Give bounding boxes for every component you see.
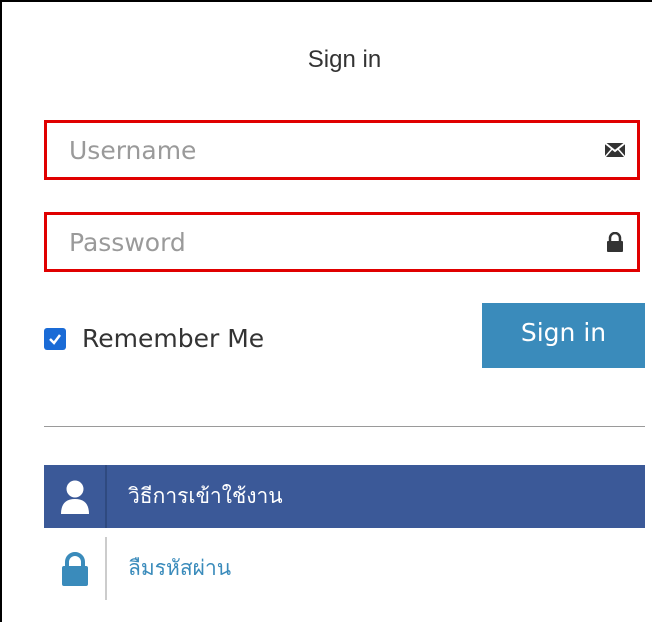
- how-to-use-label: วิธีการเข้าใช้งาน: [128, 484, 283, 508]
- username-input[interactable]: [69, 123, 569, 177]
- lock-icon: [605, 231, 625, 252]
- password-field[interactable]: [44, 212, 640, 272]
- lock-icon: [44, 537, 106, 600]
- divider: [44, 426, 645, 427]
- checkmark-icon: [49, 333, 61, 345]
- page-title: Sign in: [307, 46, 382, 73]
- remember-checkbox[interactable]: [44, 327, 66, 350]
- remember-label: Remember Me: [82, 324, 265, 353]
- menu-separator: [105, 465, 107, 528]
- how-to-use-link[interactable]: วิธีการเข้าใช้งาน: [44, 465, 645, 528]
- user-icon: [44, 465, 106, 528]
- sign-in-button[interactable]: Sign in: [482, 303, 645, 368]
- login-panel: Sign in Remember Me Sign in: [0, 0, 652, 622]
- username-field[interactable]: [44, 120, 640, 180]
- forgot-password-link[interactable]: ลืมรหัสผ่าน: [44, 537, 645, 600]
- envelope-icon: [604, 140, 626, 160]
- forgot-password-label: ลืมรหัสผ่าน: [128, 556, 232, 580]
- menu-separator: [105, 537, 107, 600]
- password-input[interactable]: [69, 215, 569, 269]
- remember-me[interactable]: Remember Me: [44, 324, 264, 353]
